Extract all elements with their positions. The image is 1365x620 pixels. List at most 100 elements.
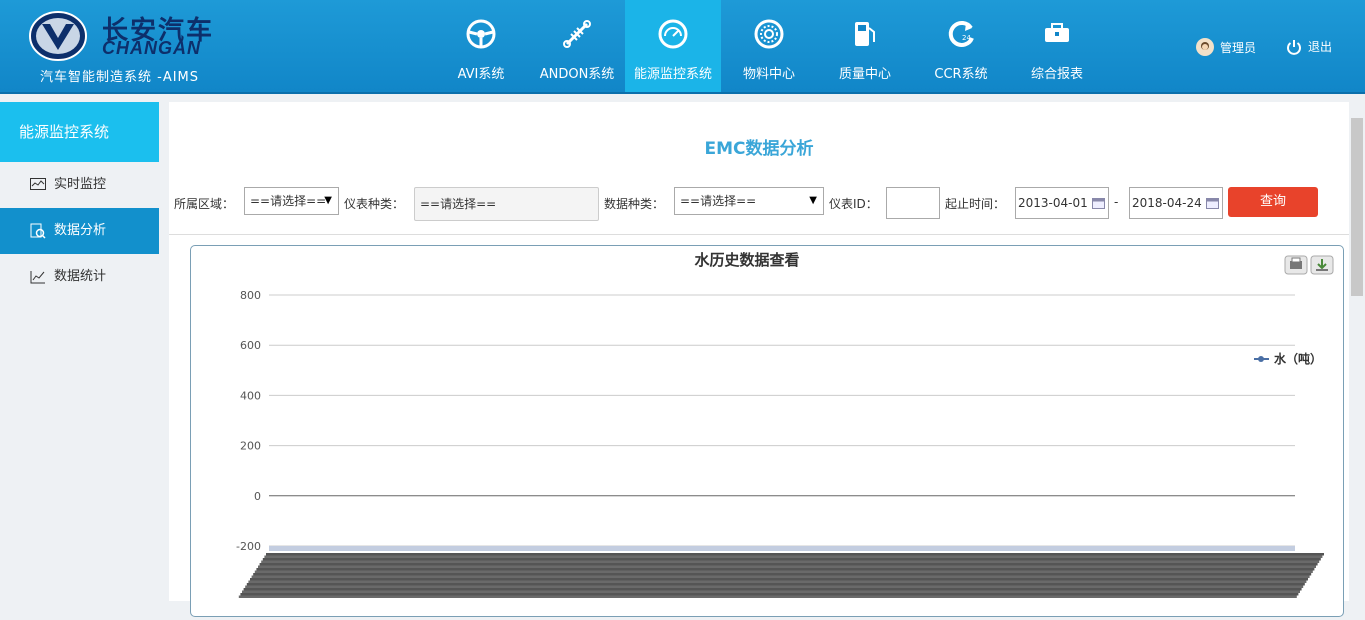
- sidebar-item-label: 数据分析: [54, 223, 107, 238]
- download-button[interactable]: [1310, 255, 1334, 275]
- x-tick-label: [261, 560, 1320, 563]
- nav-label: ANDON系统: [539, 67, 615, 82]
- query-button[interactable]: 查询: [1228, 187, 1318, 217]
- end-date-value: 2018-04-24: [1132, 196, 1202, 210]
- chart-legend[interactable]: 水（吨）: [1254, 351, 1322, 366]
- x-tick-label: [246, 583, 1305, 586]
- x-axis-band: [269, 546, 1295, 551]
- x-tick-label: [266, 553, 1324, 556]
- meter-type-label: 仪表种类：: [344, 197, 405, 211]
- y-tick-label: 800: [240, 289, 261, 302]
- time-range-label: 起止时间：: [945, 197, 1006, 211]
- area-select[interactable]: ==请选择== ▼: [244, 187, 339, 215]
- changan-logo: [29, 11, 87, 61]
- y-tick-label: 400: [240, 389, 261, 402]
- sidebar-item-analysis[interactable]: 数据分析: [0, 208, 159, 254]
- main-nav: AVI系统 ANDON系统 能源监控系统 物料中心 质量中心 24 CCR系统 …: [433, 0, 1105, 92]
- page-title: EMC数据分析: [704, 139, 814, 159]
- y-axis-labels: 800 600 400 200 0 -200: [236, 289, 261, 553]
- brand-name-en: CHANGAN: [102, 38, 201, 58]
- sidebar-title: 能源监控系统: [0, 102, 159, 162]
- nav-material[interactable]: 物料中心: [721, 0, 817, 92]
- meter-type-select[interactable]: ==请选择==: [414, 187, 599, 221]
- data-type-value: ==请选择==: [680, 194, 757, 208]
- start-date-input[interactable]: 2013-04-01: [1015, 187, 1109, 219]
- nav-ccr[interactable]: 24 CCR系统: [913, 0, 1009, 92]
- x-tick-label: [242, 590, 1300, 593]
- logout-button[interactable]: 退出: [1286, 38, 1332, 55]
- nav-energy[interactable]: 能源监控系统: [625, 0, 721, 92]
- area-select-value: ==请选择==: [250, 194, 327, 208]
- x-tick-label: [238, 595, 1297, 598]
- meter-type-value: ==请选择==: [420, 197, 497, 211]
- nav-andon[interactable]: ANDON系统: [529, 0, 625, 92]
- nav-label: AVI系统: [457, 67, 505, 82]
- x-tick-label: [262, 558, 1321, 561]
- svg-text:24: 24: [962, 34, 971, 42]
- refresh-24-icon: 24: [948, 20, 974, 47]
- system-title: 汽车智能制造系统 -AIMS: [40, 70, 200, 85]
- meter-id-input[interactable]: [886, 187, 940, 219]
- area-label: 所属区域：: [174, 197, 235, 211]
- gauge-icon: [658, 19, 688, 49]
- x-tick-label: [253, 573, 1312, 576]
- x-tick-label: [259, 563, 1318, 566]
- filter-bar: 所属区域： ==请选择== ▼ 仪表种类： ==请选择== 数据种类： ==请选…: [169, 186, 1349, 226]
- nav-avi[interactable]: AVI系统: [433, 0, 529, 92]
- calendar-icon: [1206, 198, 1219, 209]
- start-date-value: 2013-04-01: [1018, 196, 1088, 210]
- monitor-icon: [30, 178, 46, 190]
- user-menu[interactable]: 管理员: [1196, 38, 1256, 56]
- x-tick-label: [258, 565, 1316, 568]
- avatar-icon: [1196, 38, 1214, 56]
- nav-report[interactable]: 综合报表: [1009, 0, 1105, 92]
- logout-label: 退出: [1308, 40, 1333, 54]
- data-type-select[interactable]: ==请选择== ▼: [674, 187, 824, 215]
- date-separator: -: [1114, 195, 1119, 209]
- chart-title: 水历史数据查看: [694, 251, 799, 269]
- sidebar: 能源监控系统 实时监控 数据分析 数据统计: [0, 102, 159, 601]
- x-tick-label: [245, 585, 1304, 588]
- nav-label: 质量中心: [838, 67, 891, 82]
- page-scrollbar[interactable]: [1349, 102, 1365, 601]
- main-content: EMC数据分析 所属区域： ==请选择== ▼ 仪表种类： ==请选择== 数据…: [169, 102, 1349, 617]
- x-tick-label: [264, 555, 1323, 558]
- y-tick-label: 600: [240, 339, 261, 352]
- chart-grid: [269, 294, 1295, 547]
- data-type-label: 数据种类：: [604, 197, 665, 211]
- sidebar-item-realtime[interactable]: 实时监控: [0, 162, 159, 208]
- nav-label: 能源监控系统: [633, 67, 712, 82]
- power-icon: [1287, 39, 1301, 55]
- printer-icon: [1290, 257, 1302, 269]
- scrollbar-thumb[interactable]: [1351, 118, 1363, 296]
- top-header: 长安汽车 CHANGAN 汽车智能制造系统 -AIMS AVI系统 ANDON系…: [0, 0, 1365, 94]
- user-name: 管理员: [1220, 40, 1257, 55]
- y-tick-label: 0: [254, 490, 261, 503]
- y-tick-label: 200: [240, 440, 261, 453]
- x-tick-label: [240, 593, 1299, 596]
- x-tick-label: [243, 588, 1302, 591]
- divider: [169, 234, 1349, 235]
- sidebar-item-label: 实时监控: [54, 177, 107, 192]
- bearing-icon: [754, 19, 784, 49]
- search-analysis-icon: [30, 223, 46, 239]
- y-tick-label: -200: [236, 540, 261, 553]
- nav-label: 综合报表: [1030, 67, 1083, 82]
- line-chart-icon: [30, 271, 45, 284]
- sidebar-item-label: 数据统计: [54, 269, 107, 284]
- dropdown-arrow-icon: ▼: [809, 195, 817, 206]
- x-tick-label: [248, 580, 1307, 583]
- end-date-input[interactable]: 2018-04-24: [1129, 187, 1223, 219]
- dropdown-arrow-icon: ▼: [324, 195, 332, 206]
- nav-quality[interactable]: 质量中心: [817, 0, 913, 92]
- x-tick-label: [250, 578, 1308, 581]
- x-axis-labels: [238, 546, 1324, 598]
- x-tick-label: [254, 570, 1313, 573]
- nav-label: 物料中心: [742, 67, 795, 82]
- sidebar-item-statistics[interactable]: 数据统计: [0, 254, 159, 300]
- print-button[interactable]: [1284, 255, 1308, 275]
- toolbox-icon: [1045, 23, 1069, 42]
- steering-wheel-icon: [466, 19, 496, 49]
- fuel-pump-icon: [855, 22, 875, 46]
- legend-marker: [1258, 356, 1264, 362]
